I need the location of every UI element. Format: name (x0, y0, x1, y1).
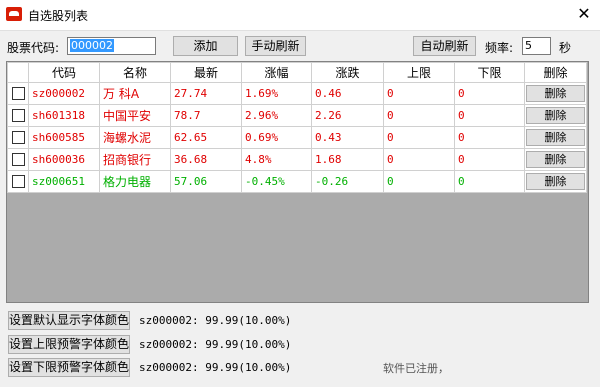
cell-lower: 0 (454, 126, 525, 149)
cell-name: 海螺水泥 (99, 126, 171, 149)
delete-row-button[interactable]: 删除 (526, 173, 585, 190)
default-font-sample: sz000002: 99.99(10.00%) (139, 314, 292, 327)
cell-delete: 删除 (524, 104, 587, 127)
cell-latest: 36.68 (170, 148, 242, 171)
cell-lower: 0 (454, 104, 525, 127)
table-header-row: 代码 名称 最新 涨幅 涨跌 上限 下限 删除 (7, 62, 587, 83)
frequency-label: 频率: (485, 41, 514, 55)
column-header-code[interactable]: 代码 (28, 62, 100, 83)
checkbox-column-header (7, 62, 29, 83)
lower-alert-font-sample: sz000002: 99.99(10.00%) (139, 361, 292, 374)
cell-code: sh600585 (28, 126, 100, 149)
stock-code-input[interactable]: 000002 (67, 37, 156, 55)
app-logo-icon (6, 7, 22, 21)
close-button[interactable]: ✕ (568, 0, 600, 30)
stock-grid[interactable]: 代码 名称 最新 涨幅 涨跌 上限 下限 删除 sz000002 万 科A 27.7… (6, 61, 589, 303)
delete-row-button[interactable]: 删除 (526, 151, 585, 168)
cell-change: 0.46 (311, 82, 384, 105)
row-checkbox[interactable] (11, 175, 25, 189)
delete-row-button[interactable]: 删除 (526, 85, 585, 102)
set-upper-alert-font-color-button[interactable]: 设置上限预警字体颜色 (8, 335, 130, 354)
cell-upper: 0 (383, 148, 455, 171)
cell-latest: 62.65 (170, 126, 242, 149)
cell-change-pct: 1.69% (241, 82, 312, 105)
table-row[interactable]: sz000002 万 科A 27.74 1.69% 0.46 0 0 删除 (7, 82, 587, 105)
table-row[interactable]: sh600036 招商银行 36.68 4.8% 1.68 0 0 删除 (7, 148, 587, 171)
cell-upper: 0 (383, 126, 455, 149)
frequency-unit: 秒 (559, 41, 572, 55)
column-header-change[interactable]: 涨跌 (311, 62, 384, 83)
cell-code: sz000651 (28, 170, 100, 193)
column-header-upper[interactable]: 上限 (383, 62, 455, 83)
table-row[interactable]: sh600585 海螺水泥 62.65 0.69% 0.43 0 0 删除 (7, 126, 587, 149)
cell-code: sz000002 (28, 82, 100, 105)
cell-latest: 57.06 (170, 170, 242, 193)
cell-change-pct: 0.69% (241, 126, 312, 149)
cell-change: 2.26 (311, 104, 384, 127)
cell-name: 万 科A (99, 82, 171, 105)
row-checkbox[interactable] (11, 109, 25, 123)
cell-name: 格力电器 (99, 170, 171, 193)
frequency-input[interactable]: 5 (522, 37, 551, 55)
delete-row-button[interactable]: 删除 (526, 107, 585, 124)
cell-upper: 0 (383, 82, 455, 105)
cell-change: 1.68 (311, 148, 384, 171)
row-checkbox-cell (7, 126, 29, 149)
cell-latest: 27.74 (170, 82, 242, 105)
add-button[interactable]: 添加 (173, 36, 238, 56)
stock-code-label: 股票代码: (7, 41, 60, 55)
cell-delete: 删除 (524, 126, 587, 149)
row-checkbox-cell (7, 148, 29, 171)
cell-delete: 删除 (524, 82, 587, 105)
cell-code: sh600036 (28, 148, 100, 171)
cell-upper: 0 (383, 170, 455, 193)
cell-change-pct: 4.8% (241, 148, 312, 171)
cell-upper: 0 (383, 104, 455, 127)
cell-delete: 删除 (524, 148, 587, 171)
row-checkbox-cell (7, 170, 29, 193)
row-checkbox[interactable] (11, 153, 25, 167)
cell-change-pct: -0.45% (241, 170, 312, 193)
auto-refresh-button[interactable]: 自动刷新 (413, 36, 476, 56)
cell-change: -0.26 (311, 170, 384, 193)
row-checkbox[interactable] (11, 87, 25, 101)
manual-refresh-button[interactable]: 手动刷新 (245, 36, 306, 56)
upper-alert-font-sample: sz000002: 99.99(10.00%) (139, 338, 292, 351)
column-header-name[interactable]: 名称 (99, 62, 171, 83)
stock-code-value: 000002 (70, 39, 114, 52)
column-header-lower[interactable]: 下限 (454, 62, 525, 83)
delete-row-button[interactable]: 删除 (526, 129, 585, 146)
cell-delete: 删除 (524, 170, 587, 193)
cell-name: 招商银行 (99, 148, 171, 171)
row-checkbox[interactable] (11, 131, 25, 145)
set-lower-alert-font-color-button[interactable]: 设置下限预警字体颜色 (8, 358, 130, 377)
column-header-delete[interactable]: 删除 (524, 62, 587, 83)
cell-code: sh601318 (28, 104, 100, 127)
table-row[interactable]: sh601318 中国平安 78.7 2.96% 2.26 0 0 删除 (7, 104, 587, 127)
set-default-font-color-button[interactable]: 设置默认显示字体颜色 (8, 311, 130, 330)
stock-table: 代码 名称 最新 涨幅 涨跌 上限 下限 删除 sz000002 万 科A 27.7… (7, 62, 587, 193)
cell-lower: 0 (454, 82, 525, 105)
row-checkbox-cell (7, 82, 29, 105)
row-checkbox-cell (7, 104, 29, 127)
column-header-latest[interactable]: 最新 (170, 62, 242, 83)
cell-change: 0.43 (311, 126, 384, 149)
registration-status: 软件已注册， (383, 362, 449, 375)
title-bar: 自选股列表 ✕ (0, 0, 600, 31)
cell-lower: 0 (454, 148, 525, 171)
cell-name: 中国平安 (99, 104, 171, 127)
table-row[interactable]: sz000651 格力电器 57.06 -0.45% -0.26 0 0 删除 (7, 170, 587, 193)
cell-latest: 78.7 (170, 104, 242, 127)
cell-lower: 0 (454, 170, 525, 193)
window-title: 自选股列表 (28, 9, 89, 23)
column-header-change-pct[interactable]: 涨幅 (241, 62, 312, 83)
cell-change-pct: 2.96% (241, 104, 312, 127)
